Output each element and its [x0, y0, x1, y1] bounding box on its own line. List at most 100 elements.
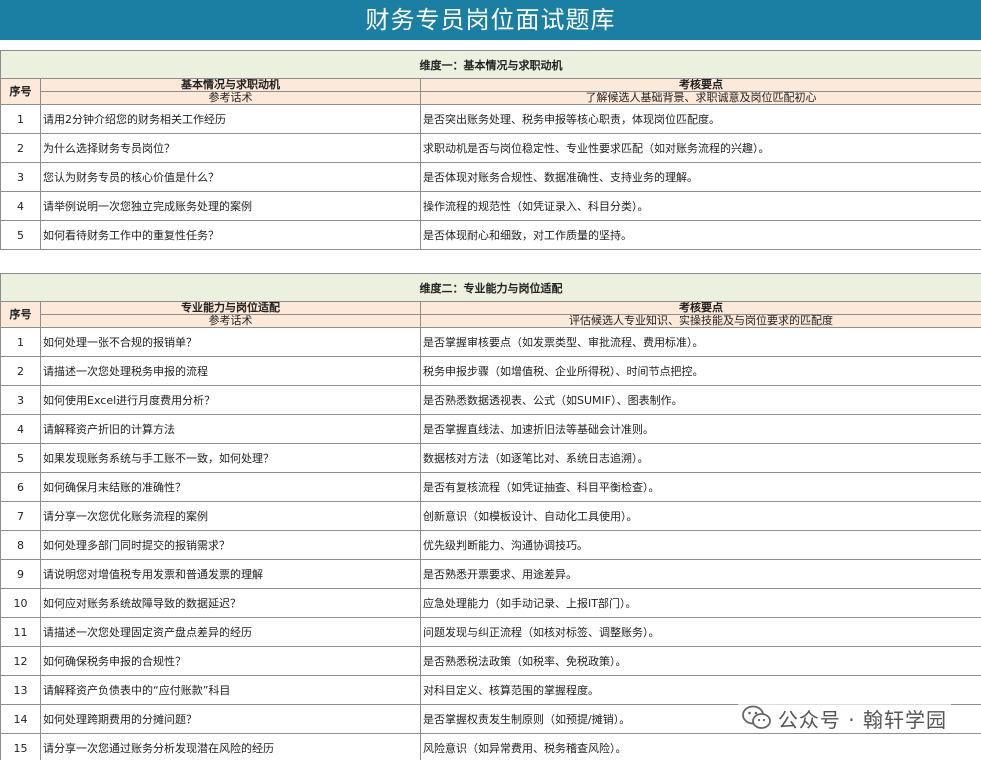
- table-row: 10 如何应对账务系统故障导致的数据延迟？ 应急处理能力（如手动记录、上报IT部门）…: [0, 588, 981, 618]
- question-cell: 请描述一次您处理税务申报的流程: [40, 356, 421, 386]
- section-1-table: 维度一：基本情况与求职动机 序号 基本情况与求职动机 考核要点 参考话术 了解候…: [0, 50, 981, 250]
- assessment-cell: 是否掌握直线法、加速折旧法等基础会计准则。: [420, 414, 981, 444]
- col-right-sub: 评估候选人专业知识、实操技能及与岗位要求的匹配度: [420, 314, 981, 328]
- table-row: 7 请分享一次您优化账务流程的案例 创新意识（如模板设计、自动化工具使用）。: [0, 501, 981, 531]
- row-number: 3: [0, 385, 41, 415]
- watermark: 公众号 · 翰轩学园: [737, 703, 951, 733]
- col-left-sub: 参考话术: [40, 91, 421, 105]
- question-cell: 请解释资产折旧的计算方法: [40, 414, 421, 444]
- question-cell: 请描述一次您处理固定资产盘点差异的经历: [40, 617, 421, 647]
- subheader-row: 参考话术 评估候选人专业知识、实操技能及与岗位要求的匹配度: [1, 314, 981, 328]
- assessment-cell: 操作流程的规范性（如凭证录入、科目分类）。: [420, 191, 981, 221]
- question-cell: 请分享一次您通过账务分析发现潜在风险的经历: [40, 733, 421, 760]
- row-number: 2: [0, 133, 41, 163]
- seq-header: 序号: [0, 78, 41, 105]
- assessment-cell: 是否掌握审核要点（如发票类型、审批流程、费用标准）。: [420, 327, 981, 357]
- question-cell: 如果发现账务系统与手工账不一致，如何处理？: [40, 443, 421, 473]
- assessment-cell: 优先级判断能力、沟通协调技巧。: [420, 530, 981, 560]
- col-left-sub: 参考话术: [40, 314, 421, 328]
- table-row: 9 请说明您对增值税专用发票和普通发票的理解 是否熟悉开票要求、用途差异。: [0, 559, 981, 589]
- row-number: 14: [0, 704, 41, 734]
- row-number: 3: [0, 162, 41, 192]
- table-row: 3 如何使用Excel进行月度费用分析？ 是否熟悉数据透视表、公式（如SUMIF）、…: [0, 385, 981, 415]
- table-row: 1 请用2分钟介绍您的财务相关工作经历 是否突出账务处理、税务申报等核心职责，体现岗…: [0, 104, 981, 134]
- assessment-cell: 数据核对方法（如逐笔比对、系统日志追溯）。: [420, 443, 981, 473]
- row-number: 2: [0, 356, 41, 386]
- question-cell: 如何看待财务工作中的重复性任务？: [40, 220, 421, 250]
- table-row: 1 如何处理一张不合规的报销单？ 是否掌握审核要点（如发票类型、审批流程、费用标准）…: [0, 327, 981, 357]
- table-row: 15 请分享一次您通过账务分析发现潜在风险的经历 风险意识（如异常费用、税务稽查风险…: [0, 733, 981, 760]
- question-cell: 为什么选择财务专员岗位？: [40, 133, 421, 163]
- row-number: 4: [0, 191, 41, 221]
- spacer: [0, 40, 981, 50]
- row-number: 10: [0, 588, 41, 618]
- table-row: 13 请解释资产负债表中的“应付账款”科目 对科目定义、核算范围的掌握程度。: [0, 675, 981, 705]
- assessment-cell: 是否有复核流程（如凭证抽查、科目平衡检查）。: [420, 472, 981, 502]
- table-row: 6 如何确保月末结账的准确性？ 是否有复核流程（如凭证抽查、科目平衡检查）。: [0, 472, 981, 502]
- table-row: 5 如果发现账务系统与手工账不一致，如何处理？ 数据核对方法（如逐笔比对、系统日志追…: [0, 443, 981, 473]
- assessment-cell: 是否熟悉开票要求、用途差异。: [420, 559, 981, 589]
- question-cell: 如何处理跨期费用的分摊问题？: [40, 704, 421, 734]
- col-right-sub: 了解候选人基础背景、求职诚意及岗位匹配初心: [420, 91, 981, 105]
- assessment-cell: 求职动机是否与岗位稳定性、专业性要求匹配（如对账务流程的兴趣）。: [420, 133, 981, 163]
- assessment-cell: 应急处理能力（如手动记录、上报IT部门）。: [420, 588, 981, 618]
- assessment-cell: 风险意识（如异常费用、税务稽查风险）。: [420, 733, 981, 760]
- watermark-text: 公众号 · 翰轩学园: [777, 707, 947, 732]
- row-number: 5: [0, 443, 41, 473]
- row-number: 5: [0, 220, 41, 250]
- row-number: 4: [0, 414, 41, 444]
- table-row: 11 请描述一次您处理固定资产盘点差异的经历 问题发现与纠正流程（如核对标签、调整账…: [0, 617, 981, 647]
- col-left-title: 专业能力与岗位适配: [40, 301, 421, 315]
- col-right-title: 考核要点: [420, 301, 981, 315]
- table-row: 5 如何看待财务工作中的重复性任务？ 是否体现耐心和细致，对工作质量的坚持。: [0, 220, 981, 250]
- assessment-cell: 问题发现与纠正流程（如核对标签、调整账务）。: [420, 617, 981, 647]
- col-left-title: 基本情况与求职动机: [40, 78, 421, 92]
- table-row: 2 请描述一次您处理税务申报的流程 税务申报步骤（如增值税、企业所得税）、时间节点把…: [0, 356, 981, 386]
- table-row: 4 请举例说明一次您独立完成账务处理的案例 操作流程的规范性（如凭证录入、科目分类）…: [0, 191, 981, 221]
- row-number: 11: [0, 617, 41, 647]
- question-cell: 如何应对账务系统故障导致的数据延迟？: [40, 588, 421, 618]
- table-row: 2 为什么选择财务专员岗位？ 求职动机是否与岗位稳定性、专业性要求匹配（如对账务流程…: [0, 133, 981, 163]
- row-number: 15: [0, 733, 41, 760]
- question-cell: 请说明您对增值税专用发票和普通发票的理解: [40, 559, 421, 589]
- question-cell: 请解释资产负债表中的“应付账款”科目: [40, 675, 421, 705]
- dimension-title: 维度一：基本情况与求职动机: [0, 50, 981, 79]
- subheader-row: 参考话术 了解候选人基础背景、求职诚意及岗位匹配初心: [1, 91, 981, 105]
- page-title: 财务专员岗位面试题库: [0, 0, 981, 40]
- section-2-table: 维度二：专业能力与岗位适配 序号 专业能力与岗位适配 考核要点 参考话术 评估候…: [0, 273, 981, 760]
- table-row: 12 如何确保税务申报的合规性？ 是否熟悉税法政策（如税率、免税政策）。: [0, 646, 981, 676]
- question-cell: 如何处理多部门同时提交的报销需求？: [40, 530, 421, 560]
- assessment-cell: 是否熟悉税法政策（如税率、免税政策）。: [420, 646, 981, 676]
- header-row: 序号 基本情况与求职动机 考核要点: [0, 78, 981, 105]
- dimension-row: 维度二：专业能力与岗位适配: [0, 273, 981, 302]
- question-cell: 如何确保税务申报的合规性？: [40, 646, 421, 676]
- question-cell: 请举例说明一次您独立完成账务处理的案例: [40, 191, 421, 221]
- assessment-cell: 是否体现耐心和细致，对工作质量的坚持。: [420, 220, 981, 250]
- table-row: 4 请解释资产折旧的计算方法 是否掌握直线法、加速折旧法等基础会计准则。: [0, 414, 981, 444]
- question-cell: 如何确保月末结账的准确性？: [40, 472, 421, 502]
- row-number: 12: [0, 646, 41, 676]
- assessment-cell: 是否体现对账务合规性、数据准确性、支持业务的理解。: [420, 162, 981, 192]
- question-cell: 请用2分钟介绍您的财务相关工作经历: [40, 104, 421, 134]
- row-number: 6: [0, 472, 41, 502]
- assessment-cell: 是否突出账务处理、税务申报等核心职责，体现岗位匹配度。: [420, 104, 981, 134]
- question-cell: 如何使用Excel进行月度费用分析？: [40, 385, 421, 415]
- dimension-title: 维度二：专业能力与岗位适配: [0, 273, 981, 302]
- header-row: 序号 专业能力与岗位适配 考核要点: [0, 301, 981, 328]
- row-number: 1: [0, 327, 41, 357]
- question-cell: 如何处理一张不合规的报销单？: [40, 327, 421, 357]
- row-number: 1: [0, 104, 41, 134]
- row-number: 8: [0, 530, 41, 560]
- dimension-row: 维度一：基本情况与求职动机: [0, 50, 981, 79]
- assessment-cell: 税务申报步骤（如增值税、企业所得税）、时间节点把控。: [420, 356, 981, 386]
- assessment-cell: 对科目定义、核算范围的掌握程度。: [420, 675, 981, 705]
- row-number: 13: [0, 675, 41, 705]
- seq-header: 序号: [0, 301, 41, 328]
- assessment-cell: 创新意识（如模板设计、自动化工具使用）。: [420, 501, 981, 531]
- question-cell: 您认为财务专员的核心价值是什么？: [40, 162, 421, 192]
- row-number: 9: [0, 559, 41, 589]
- assessment-cell: 是否熟悉数据透视表、公式（如SUMIF）、图表制作。: [420, 385, 981, 415]
- table-row: 8 如何处理多部门同时提交的报销需求？ 优先级判断能力、沟通协调技巧。: [0, 530, 981, 560]
- col-right-title: 考核要点: [420, 78, 981, 92]
- row-number: 7: [0, 501, 41, 531]
